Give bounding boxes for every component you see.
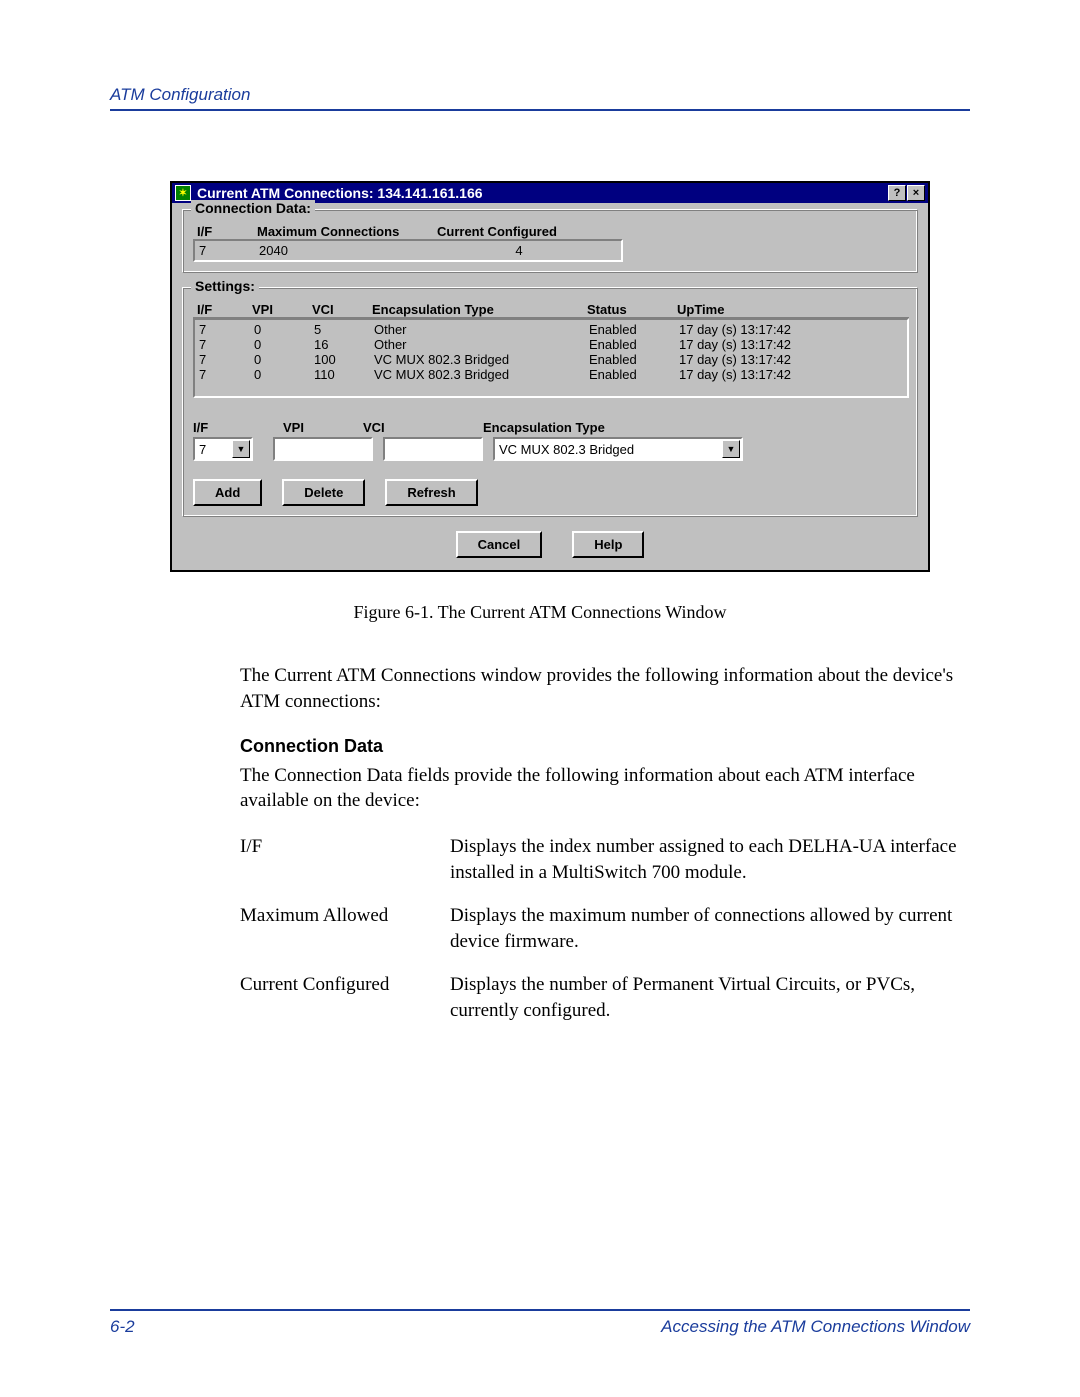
cd-header-max: Maximum Connections — [257, 224, 437, 239]
refresh-button[interactable]: Refresh — [385, 479, 477, 506]
vpi-input[interactable] — [273, 437, 373, 461]
edit-label-vci: VCI — [363, 420, 483, 435]
st-header-vci: VCI — [312, 302, 372, 317]
cd-if: 7 — [199, 243, 259, 258]
page-footer: 6-2 Accessing the ATM Connections Window — [110, 1309, 970, 1337]
def-term: I/F — [240, 834, 450, 903]
connection-data-legend: Connection Data: — [191, 200, 315, 216]
def-desc: Displays the index number assigned to ea… — [450, 834, 970, 903]
settings-row[interactable]: 7 0 5 Other Enabled 17 day (s) 13:17:42 — [199, 322, 903, 337]
settings-row[interactable]: 7 0 16 Other Enabled 17 day (s) 13:17:42 — [199, 337, 903, 352]
chevron-down-icon: ▼ — [232, 440, 250, 458]
chevron-down-icon: ▼ — [722, 440, 740, 458]
cd-header-cur: Current Configured — [437, 224, 597, 239]
app-icon: ✶ — [175, 185, 191, 201]
settings-group: Settings: I/F VPI VCI Encapsulation Type… — [182, 287, 918, 517]
page-header: ATM Configuration — [110, 85, 970, 111]
settings-row[interactable]: 7 0 100 VC MUX 802.3 Bridged Enabled 17 … — [199, 352, 903, 367]
connection-data-subtext: The Connection Data fields provide the f… — [240, 763, 970, 814]
window-title: Current ATM Connections: 134.141.161.166 — [197, 185, 887, 201]
connection-data-group: Connection Data: I/F Maximum Connections… — [182, 209, 918, 273]
st-header-vpi: VPI — [252, 302, 312, 317]
settings-legend: Settings: — [191, 278, 259, 294]
st-header-encap: Encapsulation Type — [372, 302, 587, 317]
delete-button[interactable]: Delete — [282, 479, 365, 506]
help-icon[interactable]: ? — [888, 185, 906, 201]
def-term: Maximum Allowed — [240, 903, 450, 972]
cancel-button[interactable]: Cancel — [456, 531, 543, 558]
edit-label-if: I/F — [193, 420, 283, 435]
settings-row[interactable]: 7 0 110 VC MUX 802.3 Bridged Enabled 17 … — [199, 367, 903, 382]
atm-connections-window: ✶ Current ATM Connections: 134.141.161.1… — [170, 181, 930, 572]
def-desc: Displays the number of Permanent Virtual… — [450, 972, 970, 1041]
vci-input[interactable] — [383, 437, 483, 461]
page-number: 6-2 — [110, 1317, 135, 1337]
close-icon[interactable]: × — [907, 185, 925, 201]
def-desc: Displays the maximum number of connectio… — [450, 903, 970, 972]
def-term: Current Configured — [240, 972, 450, 1041]
st-header-if: I/F — [197, 302, 252, 317]
figure-caption: Figure 6-1. The Current ATM Connections … — [110, 602, 970, 623]
edit-label-vpi: VPI — [283, 420, 363, 435]
connection-data-heading: Connection Data — [240, 734, 970, 758]
encap-select[interactable]: VC MUX 802.3 Bridged ▼ — [493, 437, 743, 461]
cd-header-if: I/F — [197, 224, 257, 239]
cd-row[interactable]: 7 2040 4 — [199, 243, 617, 258]
intro-text: The Current ATM Connections window provi… — [240, 663, 970, 714]
st-header-status: Status — [587, 302, 677, 317]
footer-section: Accessing the ATM Connections Window — [661, 1317, 970, 1337]
edit-label-encap: Encapsulation Type — [483, 420, 683, 435]
st-header-uptime: UpTime — [677, 302, 877, 317]
help-button[interactable]: Help — [572, 531, 644, 558]
if-select[interactable]: 7 ▼ — [193, 437, 253, 461]
cd-max: 2040 — [259, 243, 439, 258]
add-button[interactable]: Add — [193, 479, 262, 506]
cd-cur: 4 — [439, 243, 599, 258]
